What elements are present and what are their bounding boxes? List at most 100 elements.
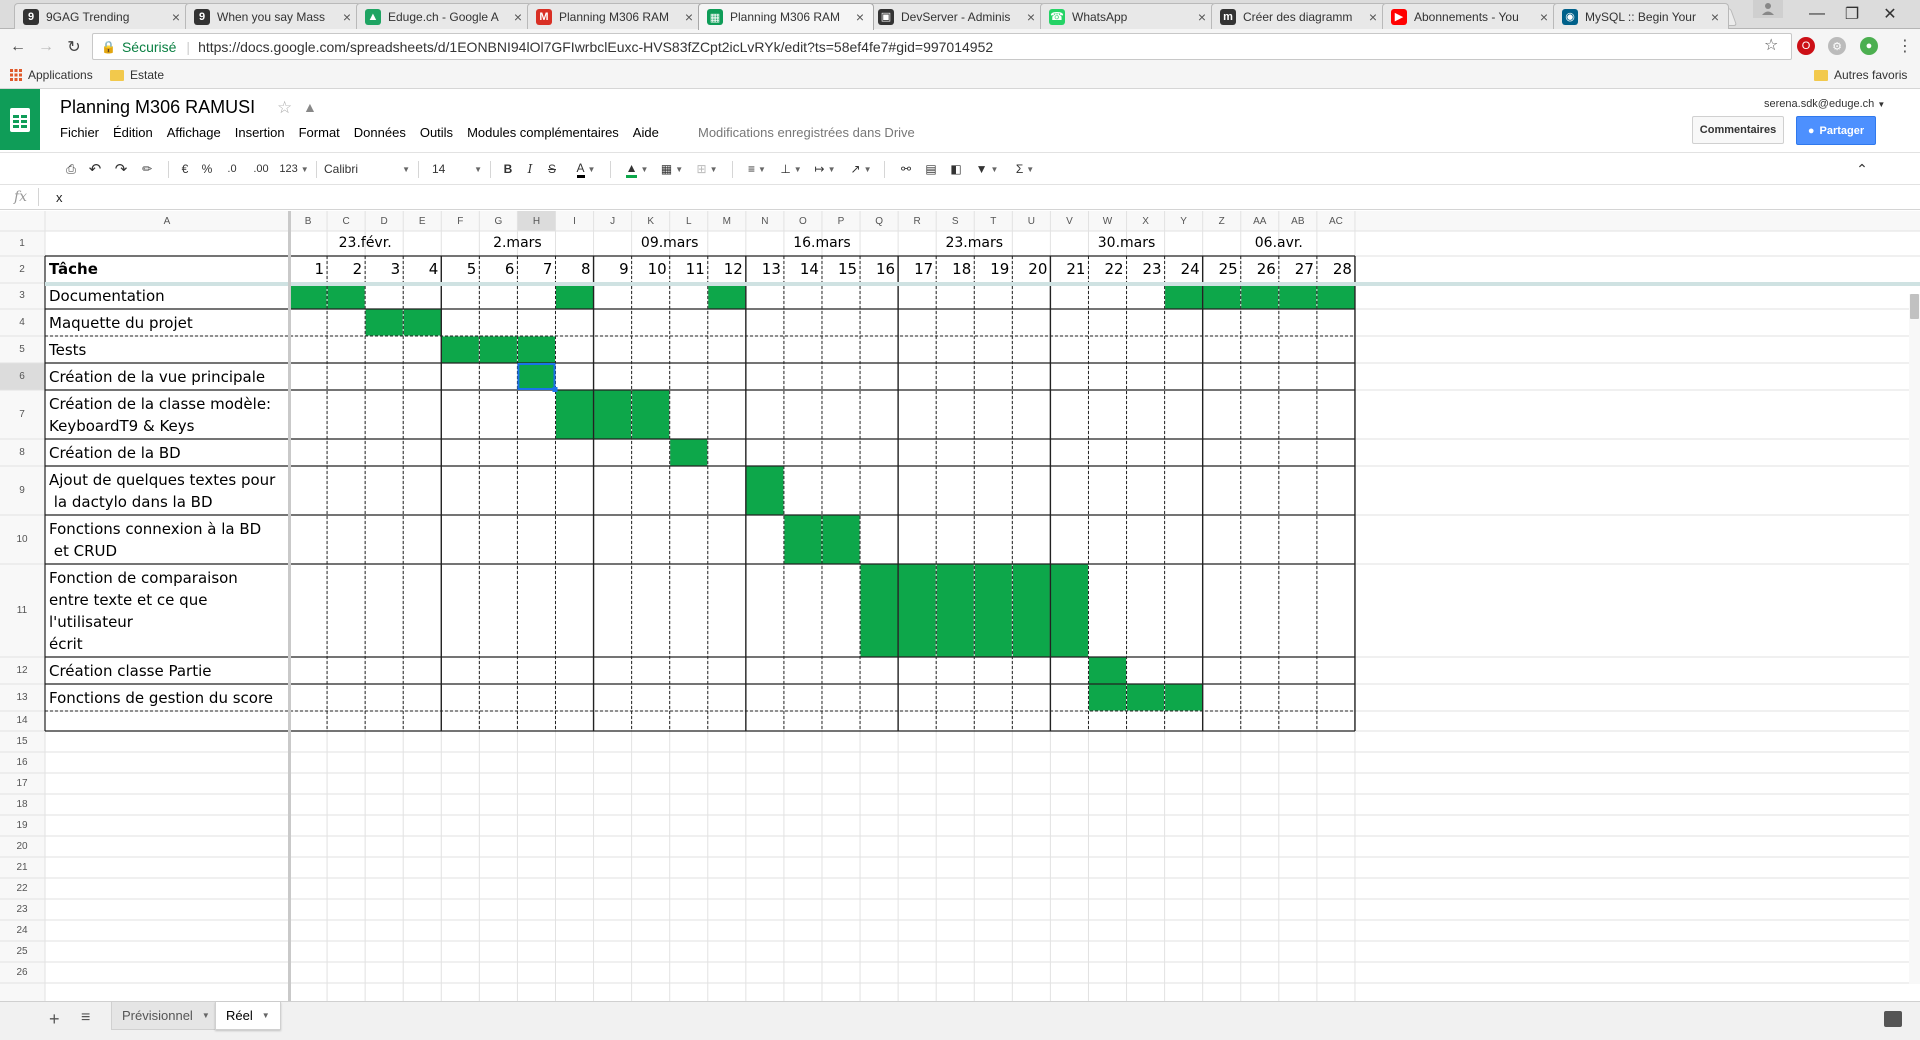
borders-button[interactable]: ▦ ▼ (658, 160, 686, 178)
column-header-F[interactable]: F (441, 216, 479, 227)
column-header-C[interactable]: C (327, 216, 365, 227)
collapse-header-icon[interactable]: ⌃ (1852, 160, 1872, 178)
filter-button[interactable]: ▼ ▼ (972, 160, 1002, 178)
task-label[interactable]: Fonctions de gestion du score (49, 687, 273, 709)
share-button[interactable]: ● Partager (1796, 116, 1876, 145)
vertical-align-button[interactable]: ⊥ ▼ (776, 160, 806, 178)
document-title[interactable]: Planning M306 RAMUSI (60, 97, 255, 118)
row-header-25[interactable]: 25 (0, 946, 44, 957)
menu-item-8[interactable]: Aide (633, 125, 659, 140)
row-header-17[interactable]: 17 (0, 778, 44, 789)
row-header-11[interactable]: 11 (0, 605, 44, 616)
task-label[interactable]: Maquette du projet (49, 312, 193, 334)
fill-color-button[interactable]: ▲ ▼ (620, 160, 654, 178)
column-header-V[interactable]: V (1050, 216, 1088, 227)
redo-icon[interactable]: ↷ (112, 160, 130, 178)
row-header-10[interactable]: 10 (0, 534, 44, 545)
task-label[interactable]: Création classe Partie (49, 660, 211, 682)
task-label[interactable]: Création de la classe modèle: KeyboardT9 … (49, 393, 271, 437)
sheet-tab-menu-icon[interactable]: ▼ (262, 1011, 270, 1020)
browser-tab[interactable]: ☎ WhatsApp × (1040, 3, 1216, 29)
row-header-8[interactable]: 8 (0, 447, 44, 458)
column-header-W[interactable]: W (1088, 216, 1126, 227)
save-status[interactable]: Modifications enregistrées dans Drive (698, 125, 915, 140)
row-header-19[interactable]: 19 (0, 820, 44, 831)
sheet-tab-menu-icon[interactable]: ▼ (202, 1011, 210, 1020)
more-formats-dropdown[interactable]: 123 ▼ (276, 160, 312, 178)
row-header-18[interactable]: 18 (0, 799, 44, 810)
font-family-dropdown[interactable]: Calibri ▼ (324, 160, 410, 178)
column-header-U[interactable]: U (1012, 216, 1050, 227)
sheet-tab-reel[interactable]: Réel ▼ (215, 1002, 281, 1030)
restore-icon[interactable]: ❐ (1832, 4, 1872, 24)
column-header-R[interactable]: R (898, 216, 936, 227)
row-header-13[interactable]: 13 (0, 692, 44, 703)
paint-format-icon[interactable]: ✏ (138, 160, 156, 178)
functions-button[interactable]: Σ ▼ (1010, 160, 1040, 178)
text-color-button[interactable]: A ▼ (572, 160, 600, 178)
column-header-AC[interactable]: AC (1317, 216, 1355, 227)
sheet-tab-previsionnel[interactable]: Prévisionnel ▼ (111, 1002, 221, 1030)
column-header-K[interactable]: K (632, 216, 670, 227)
italic-button[interactable]: I (522, 160, 538, 178)
menu-item-6[interactable]: Outils (420, 125, 453, 140)
browser-tab[interactable]: ◉ MySQL :: Begin Your × (1553, 3, 1729, 29)
row-header-23[interactable]: 23 (0, 904, 44, 915)
row-header-2[interactable]: 2 (0, 264, 44, 275)
menu-item-3[interactable]: Insertion (235, 125, 285, 140)
column-header-AB[interactable]: AB (1279, 216, 1317, 227)
sheets-logo[interactable] (0, 89, 40, 150)
row-header-20[interactable]: 20 (0, 841, 44, 852)
menu-item-4[interactable]: Format (299, 125, 340, 140)
opera-extension-icon[interactable]: O (1797, 37, 1815, 55)
menu-item-1[interactable]: Édition (113, 125, 153, 140)
insert-chart-icon[interactable]: ◧ (946, 160, 966, 178)
close-tab-icon[interactable]: × (1195, 9, 1209, 25)
decrease-decimals-button[interactable]: .0 (222, 160, 242, 178)
close-tab-icon[interactable]: × (1708, 9, 1722, 25)
task-label[interactable]: Documentation (49, 285, 165, 307)
merge-cells-button[interactable]: ⊞ ▼ (692, 160, 722, 178)
browser-menu-icon[interactable]: ⋮ (1897, 36, 1913, 56)
close-tab-icon[interactable]: × (1024, 9, 1038, 25)
row-header-26[interactable]: 26 (0, 967, 44, 978)
task-label[interactable]: Fonctions connexion à la BD et CRUD (49, 518, 261, 562)
browser-tab[interactable]: ▦ Planning M306 RAM × (698, 3, 874, 30)
forward-icon[interactable]: → (36, 37, 56, 57)
row-header-22[interactable]: 22 (0, 883, 44, 894)
row-header-1[interactable]: 1 (0, 238, 44, 249)
other-bookmarks-folder[interactable]: Autres favoris (1814, 68, 1907, 82)
minimize-icon[interactable]: — (1797, 4, 1837, 24)
task-label[interactable]: Fonction de comparaison entre texte et ce… (49, 567, 238, 655)
row-header-16[interactable]: 16 (0, 757, 44, 768)
column-header-Q[interactable]: Q (860, 216, 898, 227)
column-header-H[interactable]: H (517, 216, 555, 227)
reload-icon[interactable]: ↻ (64, 37, 84, 57)
column-header-J[interactable]: J (594, 216, 632, 227)
row-header-14[interactable]: 14 (0, 715, 44, 726)
print-icon[interactable]: ⎙ (62, 160, 80, 178)
row-header-21[interactable]: 21 (0, 862, 44, 873)
strikethrough-button[interactable]: S (544, 160, 560, 178)
task-label[interactable]: Tests (49, 339, 86, 361)
row-header-15[interactable]: 15 (0, 736, 44, 747)
close-tab-icon[interactable]: × (1537, 9, 1551, 25)
row-header-4[interactable]: 4 (0, 317, 44, 328)
column-header-O[interactable]: O (784, 216, 822, 227)
browser-tab[interactable]: M Planning M306 RAM × (527, 3, 703, 29)
vertical-scrollbar[interactable] (1909, 294, 1920, 984)
menu-item-0[interactable]: Fichier (60, 125, 99, 140)
close-tab-icon[interactable]: × (1366, 9, 1380, 25)
move-to-folder-icon[interactable]: ▲ (303, 99, 317, 115)
apps-bookmark[interactable]: Applications (10, 68, 93, 82)
column-header-P[interactable]: P (822, 216, 860, 227)
menu-item-5[interactable]: Données (354, 125, 406, 140)
row-header-6[interactable]: 6 (0, 371, 44, 382)
close-tab-icon[interactable]: × (340, 9, 354, 25)
text-rotation-button[interactable]: ↗ ▼ (846, 160, 876, 178)
row-header-5[interactable]: 5 (0, 344, 44, 355)
task-label[interactable]: Ajout de quelques textes pour la dactylo… (49, 469, 275, 513)
close-tab-icon[interactable]: × (682, 9, 696, 25)
task-label[interactable]: Création de la BD (49, 442, 181, 464)
column-header-B[interactable]: B (289, 216, 327, 227)
